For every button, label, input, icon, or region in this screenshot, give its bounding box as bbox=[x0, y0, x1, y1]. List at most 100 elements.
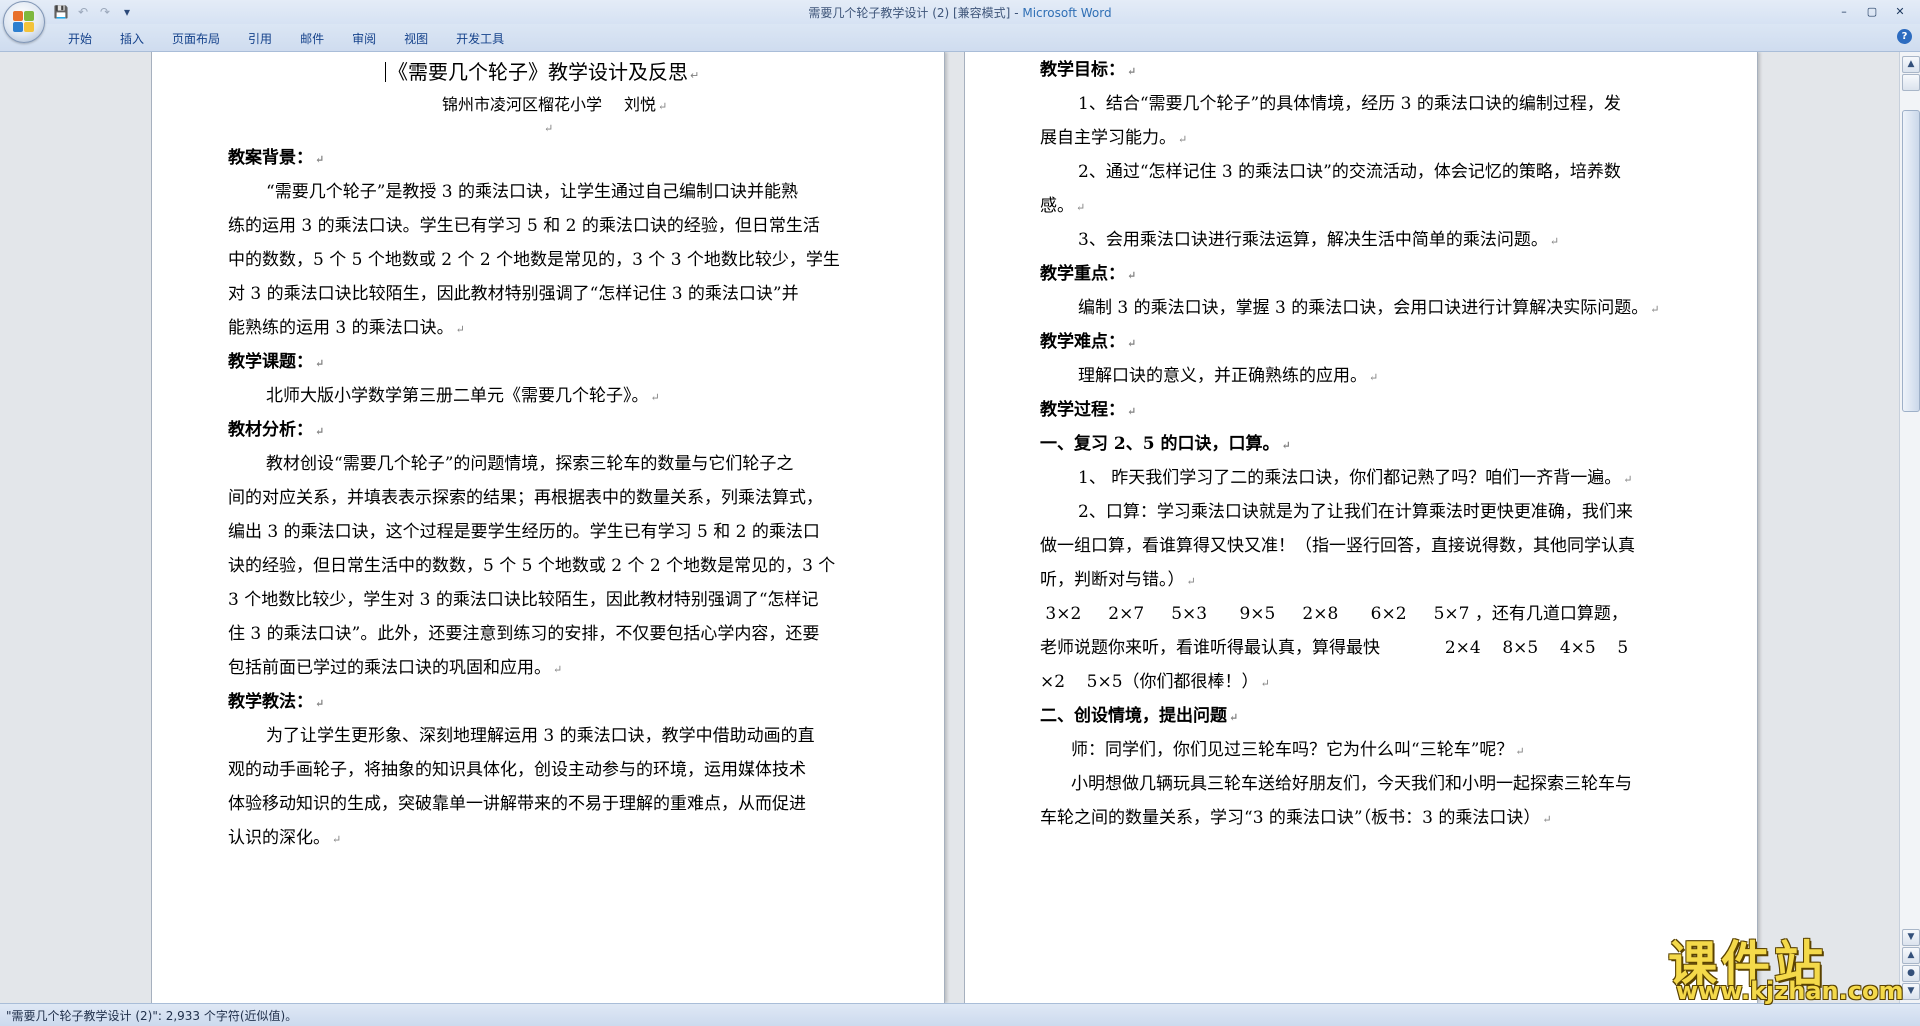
help-icon[interactable]: ? bbox=[1897, 29, 1912, 44]
paragraph-line-last: 包括前面已学过的乘法口诀的巩固和应用。 ↵ bbox=[228, 658, 562, 680]
heading-text: 二、创设情境，提出问题 bbox=[1040, 706, 1227, 726]
paragraph-mark: ↵ bbox=[315, 697, 325, 710]
paragraph-mark: ↵ bbox=[1127, 65, 1137, 78]
paragraph-text: 编制 3 的乘法口诀，掌握 3 的乘法口诀，会用口诀进行计算解决实际问题。 bbox=[1078, 298, 1649, 318]
paragraph-mark: ↵ bbox=[1076, 201, 1086, 214]
paragraph-text: 师：同学们，你们见过三轮车吗？它为什么叫“三轮车”呢？ bbox=[1071, 740, 1514, 760]
paragraph-line: 观的动手画轮子，将抽象的知识具体化，创设主动参与的环境，运用媒体技术 bbox=[228, 760, 806, 780]
paragraph-line: 2、口算：学习乘法口诀就是为了让我们在计算乘法时更快更准确，我们来 bbox=[1078, 502, 1633, 522]
document-workspace[interactable]: 《需要几个轮子》教学设计及反思 ↵ 锦州市凌河区榴花小学 刘悦 ↵ ↵ 教案背景： ↵ … bbox=[0, 52, 1900, 1003]
paragraph-line: 教材创设“需要几个轮子”的问题情境，探索三轮车的数量与它们轮子之 bbox=[266, 454, 794, 474]
paragraph-mark: ↵ bbox=[315, 425, 325, 438]
paragraph-mark: ↵ bbox=[315, 153, 325, 166]
paragraph-text: 认识的深化。 bbox=[228, 828, 330, 848]
paragraph-text: 理解口诀的意义，并正确熟练的应用。 bbox=[1078, 366, 1367, 386]
paragraph-mark: ↵ bbox=[1186, 575, 1196, 588]
heading-background: 教案背景： ↵ bbox=[228, 148, 324, 170]
tab-review[interactable]: 审阅 bbox=[342, 29, 386, 48]
app-name: Microsoft Word bbox=[1022, 6, 1112, 20]
paragraph-mark: ↵ bbox=[1178, 133, 1188, 146]
heading-text: 教案背景： bbox=[228, 148, 313, 168]
paragraph-line: 3 个地数比较少，学生对 3 的乘法口诀比较陌生，因此教材特别强调了“怎样记 bbox=[228, 590, 819, 610]
paragraph-mark: ↵ bbox=[1260, 677, 1270, 690]
paragraph-mark: ↵ bbox=[1623, 473, 1633, 486]
close-button[interactable]: ✕ bbox=[1886, 2, 1914, 20]
heading-text: 一、复习 2、5 的口诀，口算。 bbox=[1040, 434, 1280, 454]
paragraph-line: 1、结合“需要几个轮子”的具体情境，经历 3 的乘法口诀的编制过程，发 bbox=[1078, 94, 1621, 114]
paragraph-mark: ↵ bbox=[658, 100, 668, 113]
author-school: 锦州市凌河区榴花小学 bbox=[442, 95, 603, 114]
paragraph-line-last: 车轮之间的数量关系，学习“3 的乘法口诀”（板书：3 的乘法口诀） ↵ bbox=[1040, 808, 1552, 830]
office-button[interactable] bbox=[3, 1, 45, 43]
tab-insert[interactable]: 插入 bbox=[110, 29, 154, 48]
heading-text: 教学难点： bbox=[1040, 332, 1125, 352]
difficulty-points: 理解口诀的意义，并正确熟练的应用。 ↵ bbox=[1078, 366, 1378, 388]
tab-developer[interactable]: 开发工具 bbox=[446, 29, 514, 48]
paragraph-mark: ↵ bbox=[1542, 813, 1552, 826]
key-points: 编制 3 的乘法口诀，掌握 3 的乘法口诀，会用口诀进行计算解决实际问题。 ↵ bbox=[1078, 298, 1659, 320]
paragraph-line: 为了让学生更形象、深刻地理解运用 3 的乘法口诀，教学中借助动画的直 bbox=[266, 726, 815, 746]
paragraph-mark: ↵ bbox=[1369, 371, 1379, 384]
minimize-button[interactable]: – bbox=[1830, 2, 1858, 20]
paragraph-text: ×2 5×5（你们都很棒！） bbox=[1040, 672, 1259, 692]
ribbon-tab-bar: 开始 插入 页面布局 引用 邮件 审阅 视图 开发工具 ? bbox=[0, 24, 1920, 52]
word-count-status[interactable]: "需要几个轮子教学设计 (2)": 2,933 个字符(近似值)。 bbox=[6, 1007, 297, 1024]
heading-text: 教学重点： bbox=[1040, 264, 1125, 284]
paragraph-mark: ↵ bbox=[1650, 303, 1660, 316]
review-item-one: 1、 昨天我们学习了二的乘法口诀，你们都记熟了吗？咱们一齐背一遍。 ↵ bbox=[1078, 468, 1632, 490]
paragraph-text: 1、 昨天我们学习了二的乘法口诀，你们都记熟了吗？咱们一齐背一遍。 bbox=[1078, 468, 1622, 488]
paragraph-text: 包括前面已学过的乘法口诀的巩固和应用。 bbox=[228, 658, 551, 678]
window-controls: – ▢ ✕ bbox=[1830, 2, 1914, 20]
paragraph-mark: ↵ bbox=[1127, 337, 1137, 350]
paragraph-text: 听，判断对与错。） bbox=[1040, 570, 1185, 590]
paragraph-line: 做一组口算，看谁算得又快又准！（指一竖行回答，直接说得数，其他同学认真 bbox=[1040, 536, 1635, 556]
tab-page-layout[interactable]: 页面布局 bbox=[162, 29, 230, 48]
window-title: 需要几个轮子教学设计 (2) [兼容模式] - Microsoft Word bbox=[0, 4, 1920, 21]
empty-paragraph: ↵ bbox=[542, 117, 553, 139]
paragraph-text: 车轮之间的数量关系，学习“3 的乘法口诀”（板书：3 的乘法口诀） bbox=[1040, 808, 1541, 828]
document-heading: 《需要几个轮子》教学设计及反思 bbox=[388, 60, 688, 84]
scroll-up-button[interactable]: ▲ bbox=[1902, 56, 1920, 73]
section-two-heading: 二、创设情境，提出问题 ↵ bbox=[1040, 706, 1238, 728]
heading-topic: 教学课题： ↵ bbox=[228, 352, 324, 374]
document-title: 需要几个轮子教学设计 (2) [兼容模式] bbox=[808, 6, 1011, 20]
tab-view[interactable]: 视图 bbox=[394, 29, 438, 48]
paragraph-mark: ↵ bbox=[1549, 235, 1560, 248]
tab-references[interactable]: 引用 bbox=[238, 29, 282, 48]
paragraph-text: 展自主学习能力。 bbox=[1040, 128, 1176, 148]
paragraph-line: 练的运用 3 的乘法口诀。学生已有学习 5 和 2 的乘法口诀的经验，但日常生活 bbox=[228, 216, 820, 236]
paragraph-line: 诀的经验，但日常生活中的数数，5 个 5 个地数或 2 个 2 个地数是常见的，… bbox=[228, 556, 836, 576]
maximize-button[interactable]: ▢ bbox=[1858, 2, 1886, 20]
paragraph-mark: ↵ bbox=[1281, 439, 1291, 452]
paragraph-line: “需要几个轮子”是教授 3 的乘法口诀，让学生通过自己编制口诀并能熟 bbox=[266, 182, 799, 202]
paragraph-mark: ↵ bbox=[1127, 405, 1137, 418]
paragraph-line-last: 听，判断对与错。） ↵ bbox=[1040, 570, 1196, 592]
ruler-toggle-icon[interactable] bbox=[1902, 74, 1920, 91]
paragraph-text: 3、会用乘法口诀进行乘法运算，解决生活中简单的乘法问题。 bbox=[1078, 230, 1548, 250]
scrollbar-thumb[interactable] bbox=[1902, 110, 1920, 412]
document-page-right[interactable]: 教学目标： ↵ 1、结合“需要几个轮子”的具体情境，经历 3 的乘法口诀的编制过程… bbox=[965, 52, 1757, 1003]
paragraph-text: 能熟练的运用 3 的乘法口诀。 bbox=[228, 318, 454, 338]
paragraph-line: 对 3 的乘法口诀比较陌生，因此教材特别强调了“怎样记住 3 的乘法口诀”并 bbox=[228, 284, 799, 304]
paragraph-line: 住 3 的乘法口诀”。此外，还要注意到练习的安排，不仅要包括心学内容，还要 bbox=[228, 624, 820, 644]
paragraph-text: 感。 bbox=[1040, 196, 1074, 216]
paragraph-line: 体验移动知识的生成，突破靠单一讲解带来的不易于理解的重难点，从而促进 bbox=[228, 794, 806, 814]
calc-line-last: ×2 5×5（你们都很棒！） ↵ bbox=[1040, 672, 1270, 694]
vertical-scrollbar[interactable]: ▲ ▼ ▲ ● ▼ bbox=[1899, 52, 1920, 1003]
tab-home[interactable]: 开始 bbox=[58, 29, 102, 48]
heading-analysis: 教材分析： ↵ bbox=[228, 420, 324, 442]
author-name: 刘悦 bbox=[624, 95, 657, 114]
tab-mailings[interactable]: 邮件 bbox=[290, 29, 334, 48]
paragraph-mark: ↵ bbox=[1127, 269, 1137, 282]
paragraph-text: 北师大版小学数学第三册二单元《需要几个轮子》。 bbox=[266, 386, 649, 406]
heading-text: 教材分析： bbox=[228, 420, 313, 440]
paragraph-line: 2、通过“怎样记住 3 的乘法口诀”的交流活动，体会记忆的策略，培养数 bbox=[1078, 162, 1621, 182]
heading-method: 教学教法： ↵ bbox=[228, 692, 324, 714]
ribbon-tabs: 开始 插入 页面布局 引用 邮件 审阅 视图 开发工具 bbox=[58, 29, 522, 48]
heading-text: 教学教法： bbox=[228, 692, 313, 712]
calc-line: 老师说题你来听，看谁听得最认真，算得最快 2×4 8×5 4×5 5 bbox=[1040, 638, 1629, 658]
document-title-line: 《需要几个轮子》教学设计及反思 ↵ bbox=[385, 62, 699, 86]
document-page-left[interactable]: 《需要几个轮子》教学设计及反思 ↵ 锦州市凌河区榴花小学 刘悦 ↵ ↵ 教案背景： ↵ … bbox=[152, 52, 944, 1003]
paragraph-mark: ↵ bbox=[1515, 745, 1525, 758]
heading-text: 教学过程： bbox=[1040, 400, 1125, 420]
